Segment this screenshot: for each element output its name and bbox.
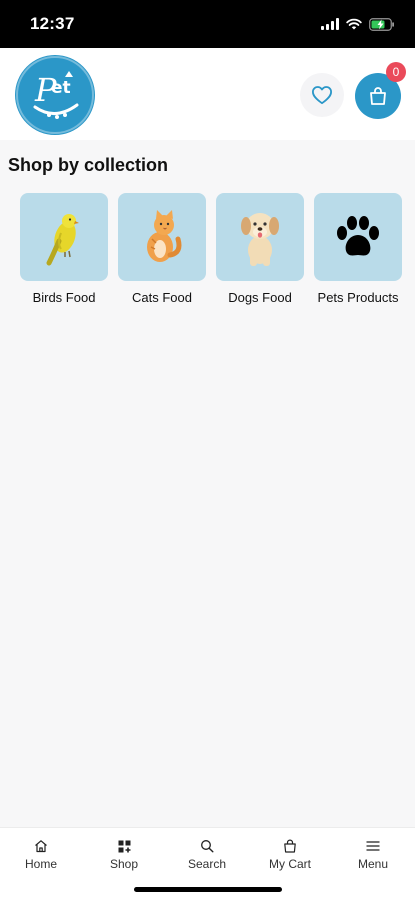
menu-icon — [365, 838, 381, 854]
nav-item-search[interactable]: Search — [167, 838, 247, 871]
bird-icon — [46, 214, 79, 266]
nav-label: My Cart — [269, 857, 311, 871]
wishlist-button[interactable] — [300, 73, 344, 117]
collection-label: Birds Food — [32, 290, 96, 305]
status-bar: 12:37 — [0, 0, 415, 48]
collection-tile[interactable] — [118, 193, 206, 281]
bag-icon — [282, 838, 298, 854]
cat-icon — [147, 210, 182, 262]
nav-label: Search — [187, 857, 227, 871]
collection-list: Birds Food Cats Food Dogs Food Pets Prod… — [20, 193, 415, 307]
collection-label: Cats Food — [132, 290, 192, 305]
cellular-signal-icon — [321, 18, 339, 30]
app-header: P et 0 — [0, 48, 415, 140]
section-title: Shop by collection — [8, 155, 169, 175]
collection-pets-products[interactable]: Pets Products — [314, 193, 402, 307]
status-icons — [321, 15, 395, 33]
logo-mark: P et — [16, 56, 94, 134]
nav-label: Menu — [357, 857, 389, 871]
cart-count-badge: 0 — [386, 62, 406, 82]
collection-birds-food[interactable]: Birds Food — [20, 193, 108, 307]
nav-item-menu[interactable]: Menu — [333, 838, 413, 871]
nav-label: Home — [24, 857, 57, 871]
heart-icon — [311, 86, 332, 105]
status-time: 12:37 — [30, 14, 75, 33]
collection-label: Pets Products — [317, 290, 399, 305]
battery-charging-icon — [369, 17, 394, 31]
collection-tile[interactable] — [216, 193, 304, 281]
collection-tile[interactable] — [20, 193, 108, 281]
collection-cats-food[interactable]: Cats Food — [118, 193, 206, 307]
wifi-icon — [346, 18, 362, 30]
paw-icon — [337, 216, 379, 256]
grid-icon — [116, 838, 132, 854]
nav-label: Shop — [109, 857, 139, 871]
nav-item-home[interactable]: Home — [1, 838, 81, 871]
search-icon — [199, 838, 215, 854]
nav-item-shop[interactable]: Shop — [84, 838, 164, 871]
shopping-bag-icon — [370, 87, 386, 105]
collection-tile[interactable] — [314, 193, 402, 281]
dog-icon — [241, 213, 279, 266]
home-icon — [33, 838, 49, 854]
collection-dogs-food[interactable]: Dogs Food — [216, 193, 304, 307]
logo-et: et — [51, 78, 71, 98]
collection-label: Dogs Food — [228, 290, 292, 305]
brand-logo[interactable]: P et — [15, 55, 95, 135]
home-indicator — [134, 887, 282, 892]
nav-item-my-cart[interactable]: My Cart — [250, 838, 330, 871]
